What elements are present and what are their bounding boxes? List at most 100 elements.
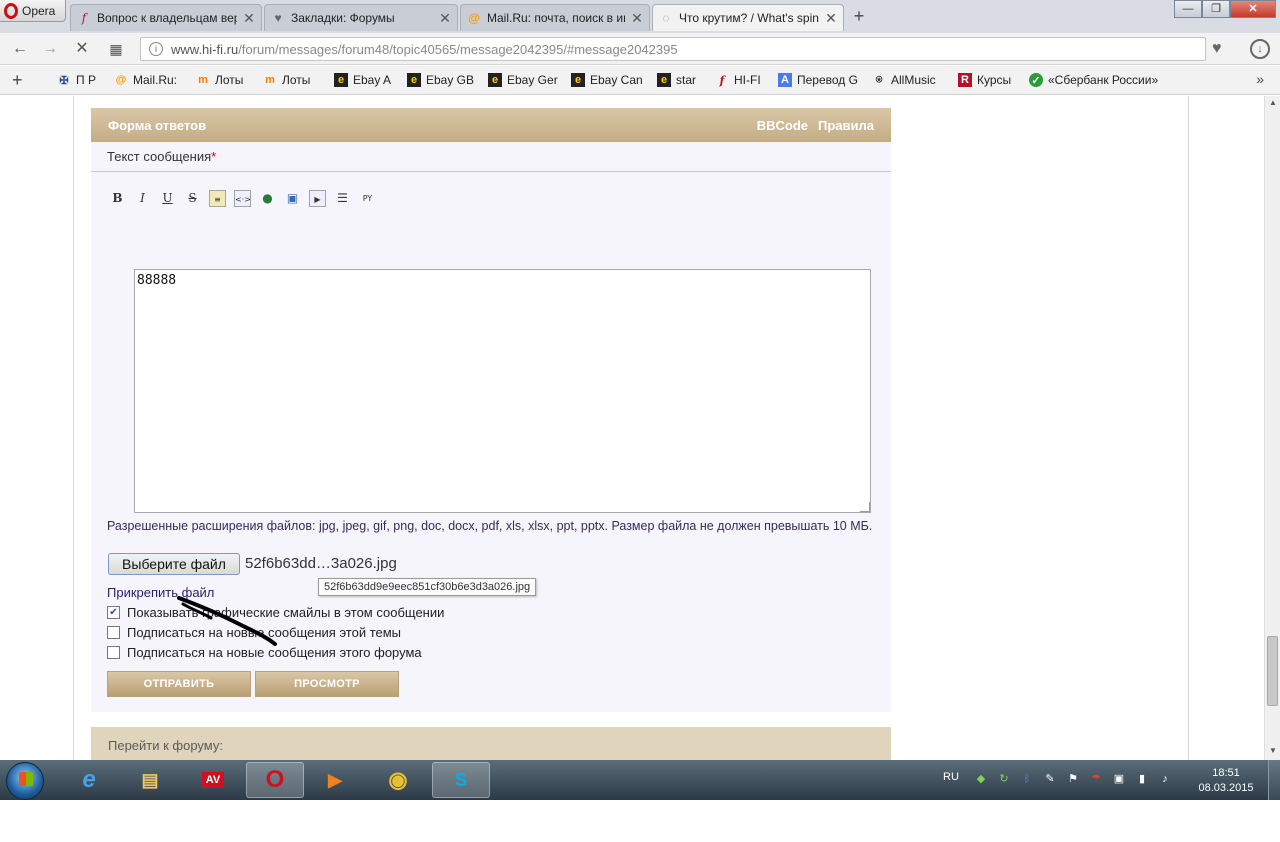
network-icon[interactable]: ▣ [1112,772,1126,786]
ebay-icon: e [407,73,421,87]
antivirus-icon[interactable]: ☂ [1089,772,1103,786]
close-icon[interactable]: ✕ [439,10,451,27]
bookmark-item[interactable]: A Перевод G [778,73,858,87]
avira-icon[interactable]: AV [184,762,242,798]
submit-button[interactable]: ОТПРАВИТЬ [107,671,251,697]
checkbox-checked[interactable]: ✔ [107,606,120,619]
system-clock[interactable]: 18:51 08.03.2015 [1196,766,1256,796]
skype-icon[interactable]: S [432,762,490,798]
forward-button[interactable]: → [40,39,60,59]
bookmark-item[interactable]: m Лоты [263,73,310,87]
bookmark-item[interactable]: ✠ П Р [57,73,96,87]
chrome-icon[interactable]: ◉ [369,762,427,798]
ebay-icon: e [657,73,671,87]
bookmark-label: Перевод G [797,73,858,87]
bookmarks-overflow-icon[interactable]: » [1256,71,1264,87]
bookmark-item[interactable]: m Лоты [196,73,243,87]
bookmark-item[interactable]: ✓ «Сбербанк России» [1029,73,1158,87]
code-icon[interactable]: <·> [234,190,251,207]
underline-button[interactable]: U [159,190,176,207]
bookmark-item[interactable]: R Курсы [958,73,1011,87]
internet-explorer-icon[interactable]: e [60,762,118,798]
stash-heart-icon[interactable]: ♥ [1212,40,1222,58]
quote-icon[interactable]: ≡ [209,190,226,207]
rules-link[interactable]: Правила [818,118,874,133]
scroll-thumb[interactable] [1267,636,1278,706]
download-icon[interactable]: ↓ [1250,39,1270,59]
tab-title: Mail.Ru: почта, поиск в ин [487,11,625,25]
media-player-icon[interactable]: ▶ [306,762,364,798]
bbcode-link[interactable]: BBCode [757,118,808,133]
reply-form-header: Форма ответов BBCode Правила [91,108,891,142]
bold-button[interactable]: B [109,190,126,207]
clock-time: 18:51 [1212,767,1240,779]
language-indicator[interactable]: RU [943,771,959,783]
bookmark-item[interactable]: e star [657,73,696,87]
flag-icon[interactable]: ⚑ [1066,772,1080,786]
image-icon[interactable]: ▣ [284,190,301,207]
vertical-scrollbar[interactable]: ▲ ▼ [1264,96,1280,760]
bookmark-item[interactable]: ⍟ AllMusic [872,73,936,87]
shield-icon[interactable]: ◆ [974,772,988,786]
maximize-button[interactable]: ❐ [1202,0,1230,18]
message-textarea[interactable] [134,269,871,513]
checkbox[interactable] [107,646,120,659]
bookmark-label: Mail.Ru: [133,73,178,87]
bookmark-item[interactable]: @ Mail.Ru: [114,73,177,87]
link-icon[interactable]: ● [259,190,276,207]
message-label: Текст сообщения* [107,149,216,164]
close-icon[interactable]: ✕ [825,10,837,27]
pen-icon[interactable]: ✎ [1043,772,1057,786]
list-icon[interactable]: ☰ [334,190,351,207]
close-icon[interactable]: ✕ [631,10,643,27]
scroll-down-icon[interactable]: ▼ [1268,746,1278,755]
new-tab-button[interactable]: + [847,7,871,26]
bookmark-label: Курсы [977,73,1012,87]
explorer-folder-icon[interactable]: ▤ [121,762,179,798]
bluetooth-icon[interactable]: ᛒ [1020,772,1034,786]
system-tray: ◆ ↻ ᛒ ✎ ⚑ ☂ ▣ ▮ ♪ [974,772,1172,786]
opera-taskbar-icon[interactable]: O [246,762,304,798]
bbcode-toolbar: B I U S ≡ <·> ● ▣ ▶ ☰ PY [109,190,376,207]
italic-button[interactable]: I [134,190,151,207]
bookmark-label: Ebay GB [426,73,475,87]
bookmark-item[interactable]: e Ebay A [334,73,391,87]
scroll-up-icon[interactable]: ▲ [1268,98,1278,107]
heart-icon: ♥ [274,11,282,25]
ebay-icon: e [334,73,348,87]
start-button[interactable] [6,762,44,800]
window-close-button[interactable]: ✕ [1230,0,1276,18]
strikethrough-button[interactable]: S [184,190,201,207]
close-icon[interactable]: ✕ [243,10,255,27]
power-icon[interactable]: ▮ [1135,772,1149,786]
speed-dial-icon[interactable]: ▦ [106,39,126,59]
checkbox[interactable] [107,626,120,639]
choose-file-button[interactable]: Выберите файл [108,553,240,575]
preview-button[interactable]: ПРОСМОТР [255,671,399,697]
tab-hifi-question[interactable]: f Вопрос к владельцам вер ✕ [70,4,262,31]
opera-menu-button[interactable]: Opera [0,0,66,22]
page-border-right [1188,96,1189,760]
volume-icon[interactable]: ♪ [1158,772,1172,786]
stop-button[interactable]: ✕ [72,39,92,59]
bookmark-item[interactable]: e Ebay Ger [488,73,558,87]
translit-icon[interactable]: PY [359,190,376,207]
tab-title: Вопрос к владельцам вер [97,11,237,25]
resize-grip-icon[interactable] [860,502,870,512]
back-button[interactable]: ← [10,39,30,59]
bookmark-item[interactable]: f HI-FI [715,73,761,87]
bookmark-item[interactable]: e Ebay GB [407,73,474,87]
tab-what-spinning[interactable]: ◌ Что крутим? / What's spin ✕ [652,4,844,31]
ebay-icon: e [571,73,585,87]
minimize-button[interactable]: — [1174,0,1202,18]
sync-icon[interactable]: ↻ [997,772,1011,786]
video-icon[interactable]: ▶ [309,190,326,207]
add-bookmark-button[interactable]: + [12,70,23,91]
bookmarks-bar: + ✠ П Р @ Mail.Ru: m Лоты m Лоты e Ebay A e Eb… [0,66,1280,95]
bookmark-item[interactable]: e Ebay Can [571,73,643,87]
tab-mailru[interactable]: @ Mail.Ru: почта, поиск в ин ✕ [460,4,650,31]
address-bar[interactable]: i www.hi-fi.ru/forum/messages/forum48/to… [140,37,1206,61]
show-desktop-button[interactable] [1268,760,1280,800]
site-info-icon[interactable]: i [149,42,163,56]
tab-bookmarks-forums[interactable]: ♥ Закладки: Форумы ✕ [264,4,458,31]
